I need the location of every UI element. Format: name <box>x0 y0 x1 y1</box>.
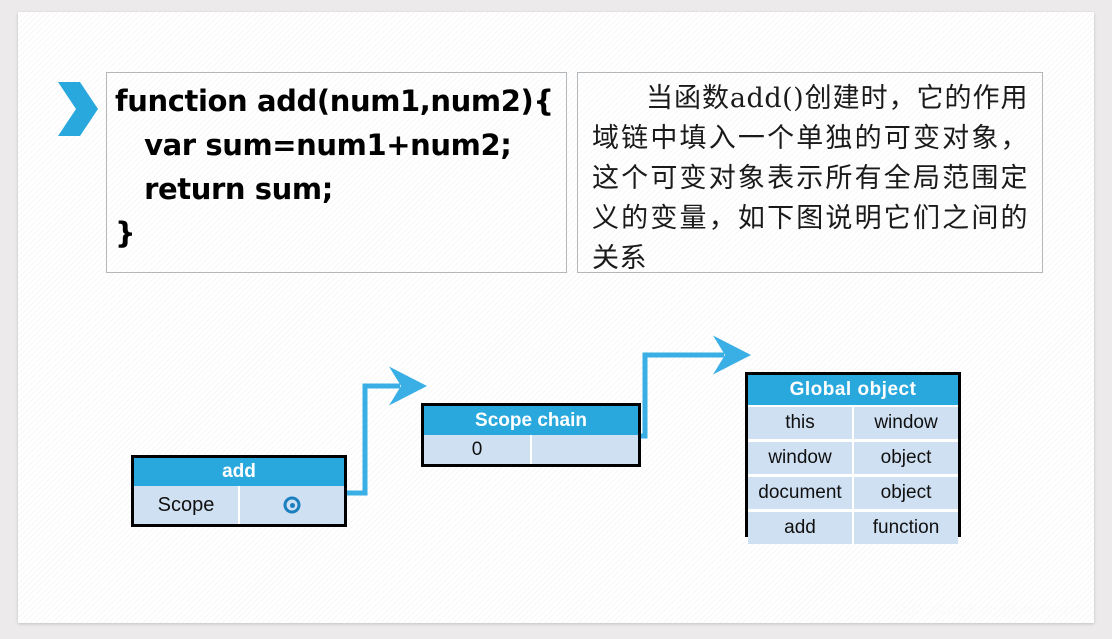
add-box-scope-label: Scope <box>134 486 238 524</box>
add-box-row: Scope <box>134 486 344 524</box>
global-object-title: Global object <box>748 375 958 405</box>
code-line: function add(num1,num2){ <box>115 84 554 118</box>
global-object-row: add function <box>748 512 958 545</box>
global-object-box: Global object this window window object … <box>745 372 961 544</box>
scope-chain-title: Scope chain <box>424 406 638 435</box>
scope-chain-index: 0 <box>424 435 530 464</box>
chevron-right-icon <box>54 78 102 140</box>
code-textbox: function add(num1,num2){ var sum=num1+nu… <box>106 72 567 273</box>
global-object-key: window <box>748 442 852 474</box>
slide-canvas: function add(num1,num2){ var sum=num1+nu… <box>0 0 1112 639</box>
global-object-key: document <box>748 477 852 509</box>
slide-surface: function add(num1,num2){ var sum=num1+nu… <box>18 12 1094 623</box>
global-object-row: document object <box>748 477 958 510</box>
global-object-row: this window <box>748 407 958 440</box>
global-object-value: function <box>854 512 958 544</box>
global-object-row: window object <box>748 442 958 475</box>
add-function-box: add Scope <box>131 455 347 527</box>
code-line: } <box>115 216 136 250</box>
code-line: var sum=num1+num2; <box>115 128 512 162</box>
scope-chain-value <box>532 435 638 464</box>
global-object-key: add <box>748 512 852 544</box>
global-object-value: object <box>854 442 958 474</box>
add-box-scope-value <box>240 486 344 524</box>
add-box-title: add <box>134 458 344 486</box>
description-text: 当函数add()创建时，它的作用域链中填入一个单独的可变对象，这个可变对象表示所… <box>592 83 1028 274</box>
code-line: return sum; <box>115 172 333 206</box>
global-object-value: window <box>854 407 958 439</box>
global-object-value: object <box>854 477 958 509</box>
scope-chain-box: Scope chain 0 <box>421 403 641 467</box>
description-textbox: 当函数add()创建时，它的作用域链中填入一个单独的可变对象，这个可变对象表示所… <box>577 72 1043 274</box>
scope-connector-dot-icon <box>283 496 301 514</box>
global-object-key: this <box>748 407 852 439</box>
scope-chain-row: 0 <box>424 435 638 464</box>
watermark: https://blog.csdn.net/szmtjs10 <box>893 601 1084 617</box>
